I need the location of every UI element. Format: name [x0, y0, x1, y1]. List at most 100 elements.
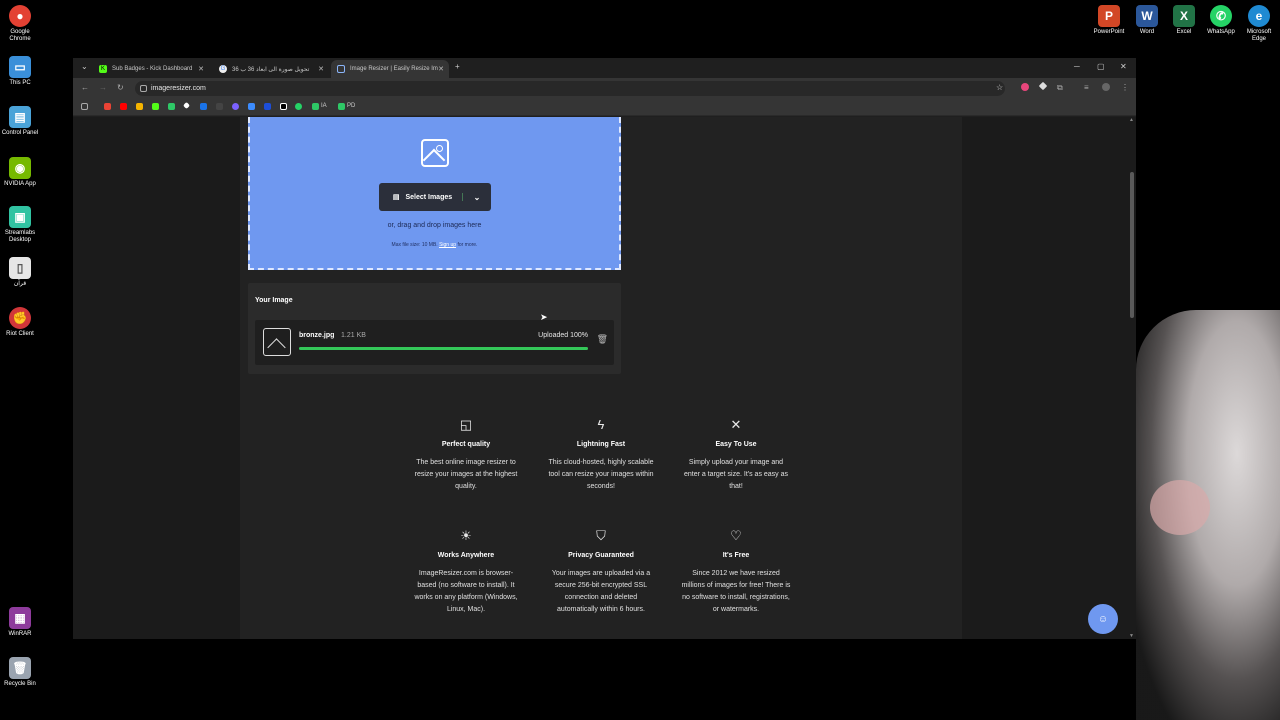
page-scrollbar[interactable]: ▲ ▼	[1128, 117, 1136, 639]
google-icon: G	[219, 65, 227, 73]
bookmark-ia[interactable]: IA	[321, 103, 327, 109]
chevron-down-icon[interactable]: ⌄	[463, 193, 491, 202]
desktop-icon-streamlabs[interactable]: ▣ Streamlabs Desktop	[0, 206, 40, 244]
desktop-icon-whatsapp[interactable]: ✆ WhatsApp	[1201, 5, 1241, 36]
close-icon[interactable]: ✕	[438, 65, 444, 73]
heart-icon: ♡	[730, 528, 742, 543]
control-panel-icon: ▤	[9, 106, 31, 128]
desktop-icon-recycle-bin[interactable]: 🗑 Recycle Bin	[0, 657, 40, 688]
image-resizer-icon	[337, 65, 345, 73]
bookmark-icon[interactable]	[200, 103, 207, 110]
file-icon: ▯	[9, 257, 31, 279]
desktop-icon-nvidia[interactable]: ◉ NVIDIA App	[0, 157, 40, 188]
scrollbar-thumb[interactable]	[1130, 172, 1134, 318]
file-icon: ▤	[392, 194, 400, 201]
scroll-down-icon[interactable]: ▼	[1129, 633, 1134, 639]
menu-icon[interactable]: ⋮	[1121, 83, 1129, 92]
winrar-icon: ▦	[9, 607, 31, 629]
image-quality-icon: ◱	[459, 417, 473, 432]
bookmark-icon[interactable]	[136, 103, 143, 110]
word-icon: W	[1136, 5, 1158, 27]
desktop-icon-chrome[interactable]: ● Google Chrome	[0, 5, 40, 43]
apps-icon[interactable]	[81, 103, 88, 110]
bookmark-icon[interactable]	[232, 103, 239, 110]
lightbulb-icon: ☀	[460, 528, 472, 543]
extension-icon[interactable]	[1021, 83, 1029, 91]
minimize-icon[interactable]: ─	[1074, 62, 1080, 71]
site-info-icon[interactable]	[140, 85, 147, 92]
folder-icon[interactable]	[312, 103, 319, 110]
file-name: bronze.jpg	[299, 332, 335, 339]
bookmark-icon[interactable]	[168, 103, 175, 110]
desktop-icon-file[interactable]: ▯ قرآن	[0, 257, 40, 288]
chat-icon: ☺	[1097, 613, 1109, 625]
scroll-up-icon[interactable]: ▲	[1129, 117, 1134, 123]
feature-card: ◱ Perfect quality The best online image …	[411, 417, 521, 493]
address-bar[interactable]: imageresizer.com	[135, 81, 1005, 96]
edge-icon: e	[1248, 5, 1270, 27]
maximize-icon[interactable]: ▢	[1097, 62, 1105, 71]
profile-icon[interactable]	[1102, 83, 1110, 91]
upload-progress-bar	[299, 347, 588, 350]
tiktok-icon[interactable]	[280, 103, 287, 110]
tab-google-search[interactable]: G تحويل صورة الى ابعاد 36 ب 36 ✕	[213, 60, 329, 78]
lightning-icon: ϟ	[597, 417, 605, 432]
back-icon[interactable]: ←	[81, 83, 89, 92]
tab-search-icon[interactable]: ⌄	[81, 62, 88, 71]
bookmark-icon[interactable]	[264, 103, 271, 110]
recycle-bin-icon: 🗑	[9, 657, 31, 679]
your-image-title: Your Image	[255, 297, 293, 304]
bookmark-icon[interactable]	[216, 103, 223, 110]
kick-icon: K	[99, 65, 107, 73]
image-icon	[421, 139, 449, 167]
riot-icon: ✊	[9, 307, 31, 329]
feature-card: ☀ Works Anywhere ImageResizer.com is bro…	[411, 528, 521, 616]
mouse-cursor: ➤	[540, 312, 548, 322]
puzzle-icon[interactable]: ⧉	[1057, 83, 1063, 93]
bookmark-icon[interactable]	[248, 103, 255, 110]
feature-card: ♡ It's Free Since 2012 we have resized m…	[681, 528, 791, 613]
monitor-icon: ▭	[9, 56, 31, 78]
tools-icon: ✕	[730, 417, 742, 432]
streamlabs-icon: ▣	[9, 206, 31, 228]
media-icon[interactable]: ≡	[1084, 83, 1089, 92]
close-window-icon[interactable]: ✕	[1120, 62, 1127, 71]
close-icon[interactable]: ✕	[198, 65, 204, 73]
whatsapp-icon[interactable]	[295, 103, 302, 110]
page-viewport: ▤ Select Images ⌄ or, drag and drop imag…	[73, 117, 1136, 639]
sign-up-link[interactable]: Sign up	[439, 242, 456, 248]
chat-button[interactable]: ☺	[1088, 604, 1118, 634]
upload-status: Uploaded 100%	[538, 332, 588, 339]
desktop-icon-excel[interactable]: X Excel	[1164, 5, 1204, 36]
desktop-icon-word[interactable]: W Word	[1127, 5, 1167, 36]
max-file-size-note: Max file size: 10 MB. Sign up for more.	[391, 242, 478, 248]
select-images-button[interactable]: ▤ Select Images ⌄	[379, 183, 491, 211]
desktop-icon-edge[interactable]: e Microsoft Edge	[1239, 5, 1279, 43]
forward-icon[interactable]: →	[99, 83, 107, 92]
folder-icon[interactable]	[338, 103, 345, 110]
trash-icon[interactable]: 🗑	[597, 334, 608, 345]
webcam-overlay-detail	[1150, 480, 1210, 535]
desktop-icon-control-panel[interactable]: ▤ Control Panel	[0, 106, 40, 137]
tab-kick-dashboard[interactable]: K Sub Badges - Kick Dashboard ✕	[93, 60, 209, 78]
feature-card: ⛉ Privacy Guaranteed Your images are upl…	[546, 528, 656, 616]
desktop-icon-riot[interactable]: ✊ Riot Client	[0, 307, 40, 338]
tab-image-resizer[interactable]: Image Resizer | Easily Resize Im ✕	[331, 60, 449, 78]
upload-dropzone[interactable]: ▤ Select Images ⌄ or, drag and drop imag…	[248, 117, 621, 270]
drag-drop-hint: or, drag and drop images here	[387, 222, 482, 229]
bookmark-pd[interactable]: PD	[347, 103, 355, 109]
desktop-icon-powerpoint[interactable]: P PowerPoint	[1089, 5, 1129, 36]
desktop-icon-winrar[interactable]: ▦ WinRAR	[0, 607, 40, 638]
gmail-icon[interactable]	[104, 103, 111, 110]
kick-icon[interactable]	[152, 103, 159, 110]
close-icon[interactable]: ✕	[318, 65, 324, 73]
nvidia-icon: ◉	[9, 157, 31, 179]
browser-window: ⌄ K Sub Badges - Kick Dashboard ✕ G تحوي…	[73, 58, 1136, 639]
desktop-icon-this-pc[interactable]: ▭ This PC	[0, 56, 40, 87]
extension-icon[interactable]	[1038, 81, 1048, 91]
new-tab-button[interactable]: +	[455, 62, 460, 71]
reload-icon[interactable]: ↻	[117, 83, 124, 92]
youtube-icon[interactable]	[120, 103, 127, 110]
bookmark-icon[interactable]	[182, 101, 191, 110]
bookmark-star-icon[interactable]: ☆	[996, 83, 1003, 92]
